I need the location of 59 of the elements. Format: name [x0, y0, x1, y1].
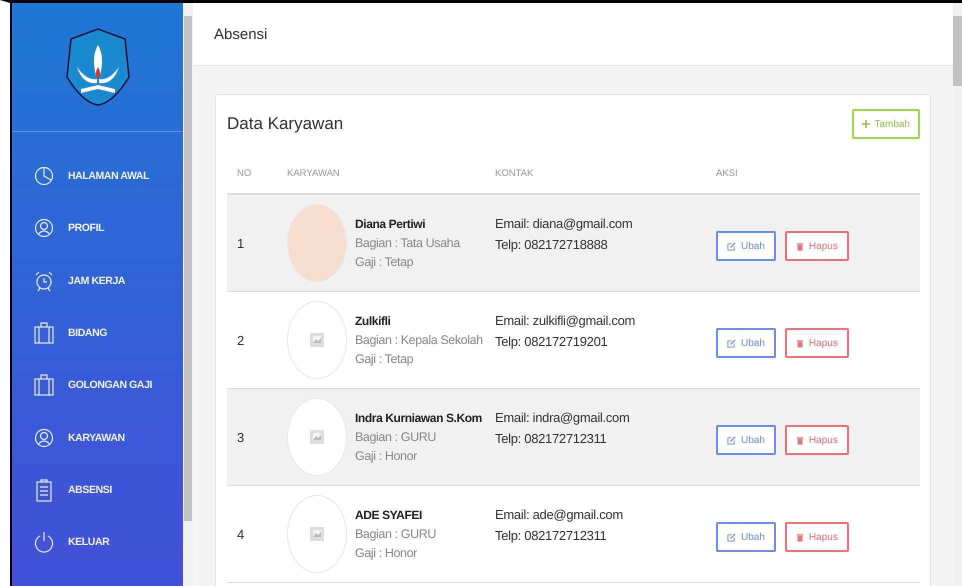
edit-icon	[727, 338, 736, 348]
power-icon	[34, 530, 54, 554]
delete-button[interactable]: Hapus	[784, 425, 849, 455]
delete-button[interactable]: Hapus	[784, 328, 849, 358]
employee-department: Bagian : GURU	[355, 527, 436, 541]
edit-button[interactable]: Ubah	[716, 328, 776, 358]
employee-name: ADE SYAFEI	[355, 508, 423, 522]
employee-salary-type: Gaji : Tetap	[355, 352, 414, 366]
scrollbar[interactable]	[183, 3, 193, 586]
row-number: 4	[237, 526, 244, 542]
employee-department: Bagian : Tata Usaha	[355, 236, 460, 250]
employee-email: Email: indra@gmail.com	[495, 410, 630, 425]
edit-icon	[727, 532, 736, 542]
employee-email: Email: diana@gmail.com	[495, 216, 634, 231]
employee-email: Email: zulkifli@gmail.com	[495, 313, 636, 328]
sidebar-item[interactable]: HALAMAN AWAL	[12, 150, 183, 202]
row-number: 1	[237, 236, 244, 250]
employee-department: Bagian : GURU	[355, 430, 437, 444]
edit-button[interactable]: Ubah	[716, 425, 776, 455]
employee-phone: Telp: 082172719201	[495, 334, 608, 349]
employee-phone: Telp: 082172718888	[495, 237, 608, 252]
employee-phone: Telp: 082172712311	[495, 431, 608, 446]
scrollbar[interactable]	[953, 3, 962, 586]
employee-name: Diana Pertiwi	[355, 217, 426, 231]
employee-salary-type: Gaji : Honor	[355, 449, 418, 463]
employee-department: Bagian : Kepala Sekolah	[355, 333, 483, 347]
sidebar-item[interactable]: GOLONGAN GAJI	[12, 359, 183, 412]
alarm-clock-icon	[34, 268, 54, 293]
employee-name: Indra Kurniawan S.Kom	[355, 411, 482, 425]
row-number: 3	[237, 430, 244, 444]
sidebar-item[interactable]: PROFIL	[12, 202, 183, 255]
employee-phone: Telp: 082172712311	[495, 528, 608, 543]
row-number: 2	[237, 332, 244, 348]
edit-icon	[727, 242, 736, 250]
trash-icon	[796, 532, 804, 542]
page-title: Absensi	[214, 26, 268, 42]
employee-name: Zulkifli	[355, 314, 392, 328]
briefcase-icon	[34, 321, 54, 346]
add-button[interactable]: Tambah	[852, 109, 920, 139]
trash-icon	[796, 338, 804, 348]
clipboard-icon	[34, 478, 54, 502]
plus-icon	[862, 120, 870, 128]
employee-salary-type: Gaji : Honor	[355, 546, 418, 560]
delete-button[interactable]: Hapus	[784, 231, 849, 261]
sidebar-item[interactable]: JAM KERJA	[12, 254, 183, 307]
employee-salary-type: Gaji : Tetap	[355, 255, 414, 269]
sidebar-item[interactable]: KARYAWAN	[12, 411, 183, 464]
trash-icon	[796, 242, 804, 250]
sidebar-item[interactable]: KELUAR	[12, 516, 183, 568]
employee-email: Email: ade@gmail.com	[495, 507, 624, 522]
edit-button[interactable]: Ubah	[716, 231, 776, 261]
edit-icon	[727, 436, 736, 444]
sidebar-item[interactable]: ABSENSI	[12, 464, 183, 516]
edit-button[interactable]: Ubah	[716, 522, 776, 552]
trash-icon	[796, 436, 804, 444]
briefcase-icon	[34, 373, 54, 398]
card-title: Data Karyawan	[227, 114, 344, 134]
sidebar-item[interactable]: BIDANG	[12, 306, 183, 360]
delete-button[interactable]: Hapus	[784, 522, 849, 552]
